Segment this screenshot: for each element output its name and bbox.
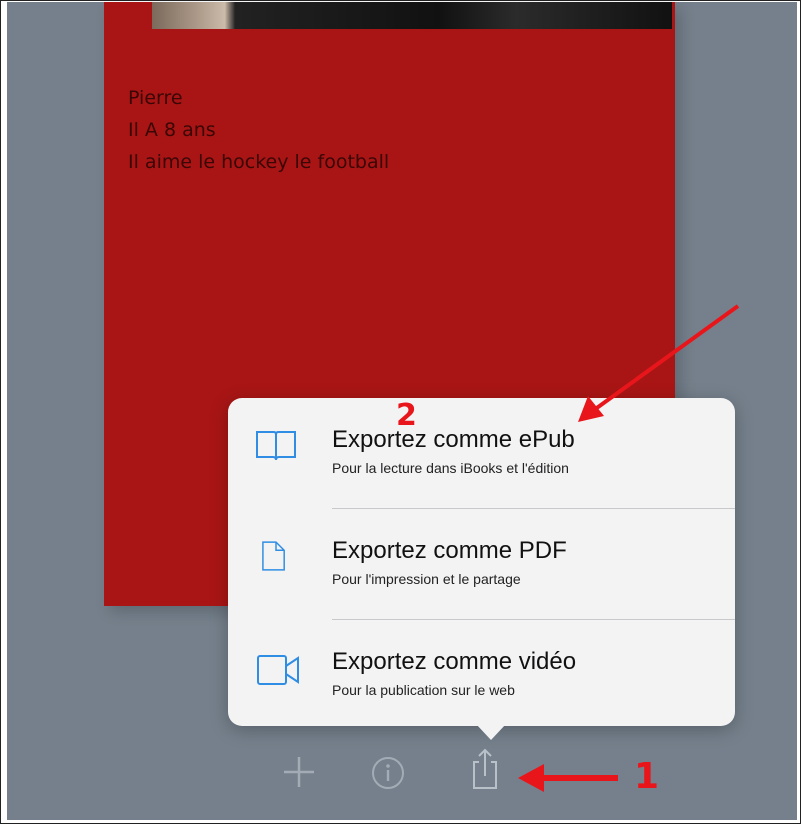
video-title: Exportez comme vidéo (332, 648, 577, 675)
annotation-step-1: 1 (634, 756, 660, 797)
share-button[interactable] (468, 746, 502, 792)
book-icon (256, 431, 296, 461)
popover-arrow (476, 724, 506, 740)
annotation-arrow-share (518, 764, 618, 792)
page-text-block[interactable]: Pierre Il A 8 ans Il aime le hockey le f… (128, 82, 389, 178)
export-pdf-option[interactable]: Exportez comme PDF Pour l'impression et … (228, 509, 735, 619)
text-line-hobbies: Il aime le hockey le football (128, 151, 390, 173)
text-line-age: Il A 8 ans (128, 119, 216, 141)
add-button[interactable] (281, 754, 317, 790)
pdf-subtitle: Pour l'impression et le partage (332, 571, 521, 587)
video-camera-icon (257, 655, 299, 685)
info-icon (372, 757, 404, 789)
epub-subtitle: Pour la lecture dans iBooks et l'édition (332, 460, 569, 476)
video-subtitle: Pour la publication sur le web (332, 682, 515, 698)
page-photo (152, 2, 672, 29)
annotation-step-2: 2 (396, 398, 417, 433)
plus-icon (284, 757, 314, 787)
share-icon (473, 748, 497, 789)
pdf-title: Exportez comme PDF (332, 537, 567, 564)
export-video-option[interactable]: Exportez comme vidéo Pour la publication… (228, 620, 735, 730)
info-button[interactable] (371, 756, 405, 790)
document-icon (262, 541, 285, 571)
annotation-arrow-epub (578, 304, 740, 422)
export-popover: Exportez comme ePub Pour la lecture dans… (228, 398, 735, 726)
epub-title: Exportez comme ePub (332, 426, 575, 453)
text-line-name: Pierre (128, 87, 183, 109)
